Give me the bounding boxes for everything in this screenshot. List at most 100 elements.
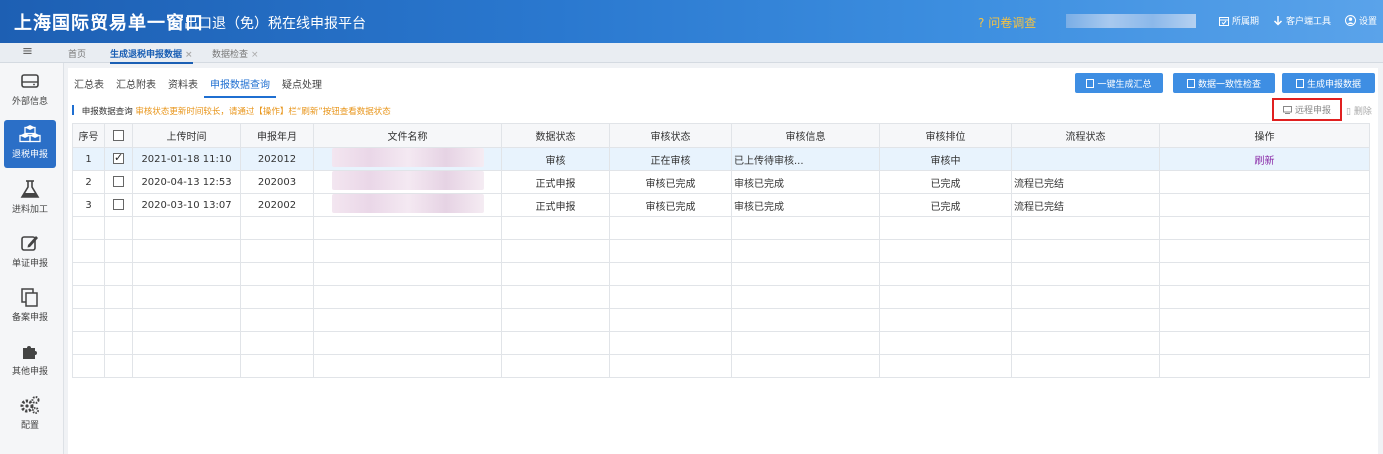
monitor-icon xyxy=(1282,105,1292,114)
copy-icon xyxy=(21,288,38,307)
remote-declare-button[interactable]: 远程申报 xyxy=(1272,98,1342,121)
cell-period: 202012 xyxy=(240,147,314,171)
tab-declaration-query[interactable]: 申报数据查询 xyxy=(204,68,276,98)
notice-bar: 申报数据查询 审核状态更新时间较长，请通过【操作】栏“刷新”按钮查看数据状态 xyxy=(72,105,391,117)
empty-row xyxy=(72,331,1370,355)
cell-period: 202002 xyxy=(240,193,314,217)
select-all-checkbox[interactable] xyxy=(113,129,124,141)
cell-select[interactable] xyxy=(104,147,133,171)
cell-data-status: 正式申报 xyxy=(501,193,610,217)
puzzle-icon xyxy=(23,346,37,359)
sidebar-item-config[interactable]: 配置 xyxy=(4,391,56,439)
top-header: 上海国际贸易单一窗口 出口退（免）税在线申报平台 ? 问卷调查 所属期 客户端工… xyxy=(0,0,1383,43)
question-icon: ? xyxy=(978,16,985,30)
sidebar-item-document-declaration[interactable]: 单证申报 xyxy=(4,229,56,277)
empty-row xyxy=(72,262,1370,286)
close-icon[interactable]: × xyxy=(251,50,259,60)
cell-data-status: 审核 xyxy=(501,147,610,171)
brand-title: 上海国际贸易单一窗口 xyxy=(14,13,204,34)
table-row[interactable]: 2 2020-04-13 12:53 202003 正式申报 审核已完成 审核已… xyxy=(72,170,1370,194)
gears-icon xyxy=(20,396,40,414)
empty-row xyxy=(72,239,1370,263)
empty-row xyxy=(72,354,1370,378)
tab-generate-refund-data[interactable]: 生成退税申报数据 × xyxy=(110,47,193,64)
document-icon xyxy=(1186,78,1195,88)
blurred-user-info xyxy=(1066,14,1196,28)
col-header-flow-status: 流程状态 xyxy=(1011,123,1160,148)
row-checkbox[interactable] xyxy=(113,199,124,211)
delete-button[interactable]: ▯ 删除 xyxy=(1346,104,1372,117)
survey-link[interactable]: ? 问卷调查 xyxy=(978,14,1036,31)
download-icon xyxy=(1273,15,1282,26)
cell-audit-status: 审核已完成 xyxy=(609,193,732,217)
menu-icon[interactable]: ≡ xyxy=(22,44,33,59)
cell-file-name xyxy=(313,170,502,194)
cell-data-status: 正式申报 xyxy=(501,170,610,194)
cell-file-name xyxy=(313,193,502,217)
sidebar: 外部信息 退税申报 进料加工 单证申报 备案申报 其他申报 配置 xyxy=(0,63,64,454)
tab-summary[interactable]: 汇总表 xyxy=(68,68,110,98)
generate-summary-button[interactable]: 一键生成汇总 xyxy=(1075,73,1163,93)
sidebar-item-filing-declaration[interactable]: 备案申报 xyxy=(4,283,56,331)
blurred-file-name xyxy=(331,148,484,167)
cell-period: 202003 xyxy=(240,170,314,194)
cell-no: 1 xyxy=(72,147,105,171)
user-icon xyxy=(1344,15,1356,26)
consistency-check-button[interactable]: 数据一致性检查 xyxy=(1173,73,1275,93)
period-button[interactable]: 所属期 xyxy=(1218,14,1259,27)
refresh-link[interactable]: 刷新 xyxy=(1255,156,1275,167)
col-header-no: 序号 xyxy=(72,123,105,148)
edit-icon xyxy=(21,236,38,251)
cell-audit-status: 审核已完成 xyxy=(609,170,732,194)
cell-no: 3 xyxy=(72,193,105,217)
close-icon[interactable]: × xyxy=(185,50,193,60)
col-header-audit-status: 审核状态 xyxy=(609,123,732,148)
calendar-icon xyxy=(1218,16,1229,26)
cell-audit-info: 审核已完成 xyxy=(731,193,880,217)
settings-button[interactable]: 设置 xyxy=(1344,14,1377,27)
col-header-upload-time: 上传时间 xyxy=(132,123,241,148)
sub-tab-bar: 汇总表 汇总附表 资料表 申报数据查询 疑点处理 xyxy=(68,68,328,98)
blurred-file-name xyxy=(331,171,484,190)
client-tools-button[interactable]: 客户端工具 xyxy=(1273,14,1331,27)
cell-audit-rank: 已完成 xyxy=(879,193,1012,217)
cell-audit-status: 正在审核 xyxy=(609,147,732,171)
col-header-file-name: 文件名称 xyxy=(313,123,502,148)
cell-audit-rank: 已完成 xyxy=(879,170,1012,194)
blurred-file-name xyxy=(331,194,484,213)
cell-select[interactable] xyxy=(104,193,133,217)
row-checkbox[interactable] xyxy=(113,176,124,188)
col-header-data-status: 数据状态 xyxy=(501,123,610,148)
cell-select[interactable] xyxy=(104,170,133,194)
col-header-select[interactable] xyxy=(104,123,133,148)
col-header-period: 申报年月 xyxy=(240,123,314,148)
declaration-table: 序号 上传时间 申报年月 文件名称 数据状态 审核状态 审核信息 审核排位 流程… xyxy=(72,123,1370,378)
sidebar-item-refund-declaration[interactable]: 退税申报 xyxy=(4,120,56,168)
cell-upload-time: 2021-01-18 11:10 xyxy=(132,147,241,171)
sidebar-item-other-declaration[interactable]: 其他申报 xyxy=(4,337,56,385)
brand-subtitle: 出口退（免）税在线申报平台 xyxy=(184,16,366,32)
tab-doubt-handling[interactable]: 疑点处理 xyxy=(276,68,328,98)
sidebar-item-processing[interactable]: 进料加工 xyxy=(4,175,56,223)
empty-row xyxy=(72,216,1370,240)
cell-file-name xyxy=(313,147,502,171)
tab-data-check[interactable]: 数据检查 × xyxy=(212,47,259,60)
cell-audit-info: 已上传待审核... xyxy=(731,147,880,171)
col-header-operation: 操作 xyxy=(1159,123,1370,148)
table-row[interactable]: 1 2021-01-18 11:10 202012 审核 正在审核 已上传待审核… xyxy=(72,147,1370,171)
tab-material[interactable]: 资料表 xyxy=(162,68,204,98)
sidebar-item-external-info[interactable]: 外部信息 xyxy=(4,67,56,115)
notice-marker xyxy=(72,105,74,115)
cell-operation xyxy=(1159,170,1370,194)
col-header-audit-rank: 审核排位 xyxy=(879,123,1012,148)
row-checkbox[interactable] xyxy=(113,151,124,165)
generate-declaration-button[interactable]: 生成申报数据 xyxy=(1282,73,1375,93)
table-header-row: 序号 上传时间 申报年月 文件名称 数据状态 审核状态 审核信息 审核排位 流程… xyxy=(72,123,1370,148)
tab-summary-appendix[interactable]: 汇总附表 xyxy=(110,68,162,98)
cell-operation: 刷新 xyxy=(1159,147,1370,171)
cell-upload-time: 2020-04-13 12:53 xyxy=(132,170,241,194)
document-icon xyxy=(1295,78,1304,88)
table-row[interactable]: 3 2020-03-10 13:07 202002 正式申报 审核已完成 审核已… xyxy=(72,193,1370,217)
tab-home[interactable]: 首页 xyxy=(68,47,86,60)
hdd-icon xyxy=(21,74,39,88)
